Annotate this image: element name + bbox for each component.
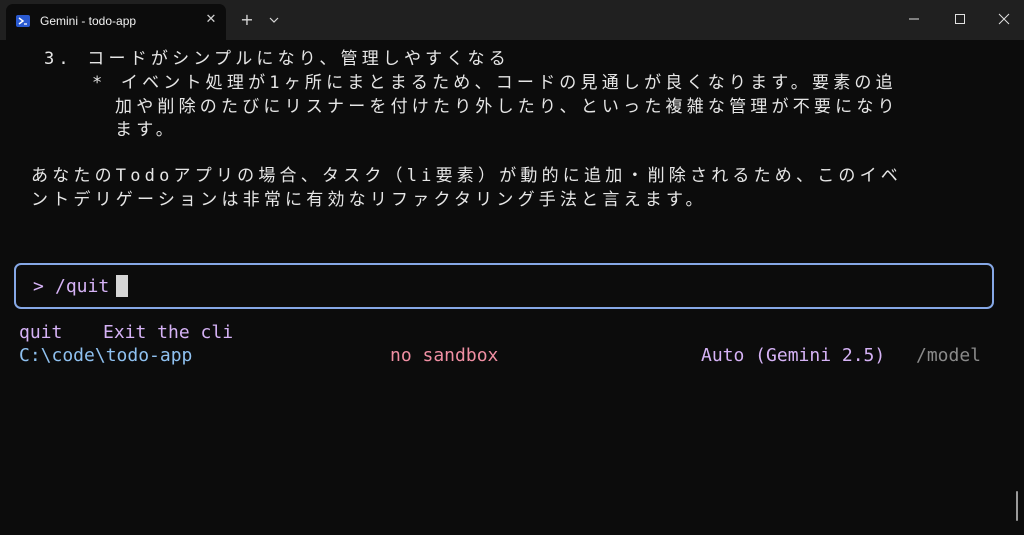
suggestion-command[interactable]: quit <box>19 322 62 343</box>
suggestion-description: Exit the cli <box>103 322 234 343</box>
output-bullet-line: * イベント処理が1ヶ所にまとまるため、コードの見通しが良くなります。要素の追 <box>92 73 897 93</box>
maximize-icon[interactable] <box>937 4 983 34</box>
tab-gemini-todo-app[interactable]: Gemini - todo-app ✕ <box>6 4 226 40</box>
new-tab-button[interactable]: + <box>238 11 256 29</box>
sandbox-status: no sandbox <box>390 345 499 366</box>
output-paragraph-line: あなたのTodoアプリの場合、タスク（li要素）が動的に追加・削除されるため、こ… <box>31 166 903 186</box>
title-bar: Gemini - todo-app ✕ + <box>0 0 1024 40</box>
model-command-hint: /model <box>916 345 982 366</box>
output-bullet-line: ます。 <box>115 120 177 140</box>
minimize-icon[interactable] <box>891 4 937 34</box>
output-bullet-line: 加や削除のたびにリスナーを付けたり外したり、といった複雑な管理が不要になり <box>115 97 899 117</box>
output-paragraph-line: ントデリゲーションは非常に有効なリファクタリング手法と言えます。 <box>31 190 707 210</box>
prompt-symbol: > <box>33 276 44 297</box>
tab-title: Gemini - todo-app <box>40 14 137 28</box>
command-input-box[interactable]: > /quit <box>14 263 994 309</box>
close-icon[interactable] <box>981 4 1024 34</box>
scrollbar[interactable] <box>1016 491 1018 521</box>
model-name: Auto (Gemini 2.5) <box>701 345 886 366</box>
terminal-pane[interactable]: 3. コードがシンプルになり、管理しやすくなる * イベント処理が1ヶ所にまとま… <box>0 40 1024 535</box>
output-list-item-3: 3. コードがシンプルになり、管理しやすくなる <box>44 49 510 69</box>
text-cursor <box>116 275 128 297</box>
close-tab-icon[interactable]: ✕ <box>202 11 220 29</box>
current-path: C:\code\todo-app <box>19 345 193 366</box>
command-input[interactable]: /quit <box>55 276 109 297</box>
chevron-down-icon[interactable] <box>266 11 282 29</box>
powershell-icon <box>16 15 30 27</box>
